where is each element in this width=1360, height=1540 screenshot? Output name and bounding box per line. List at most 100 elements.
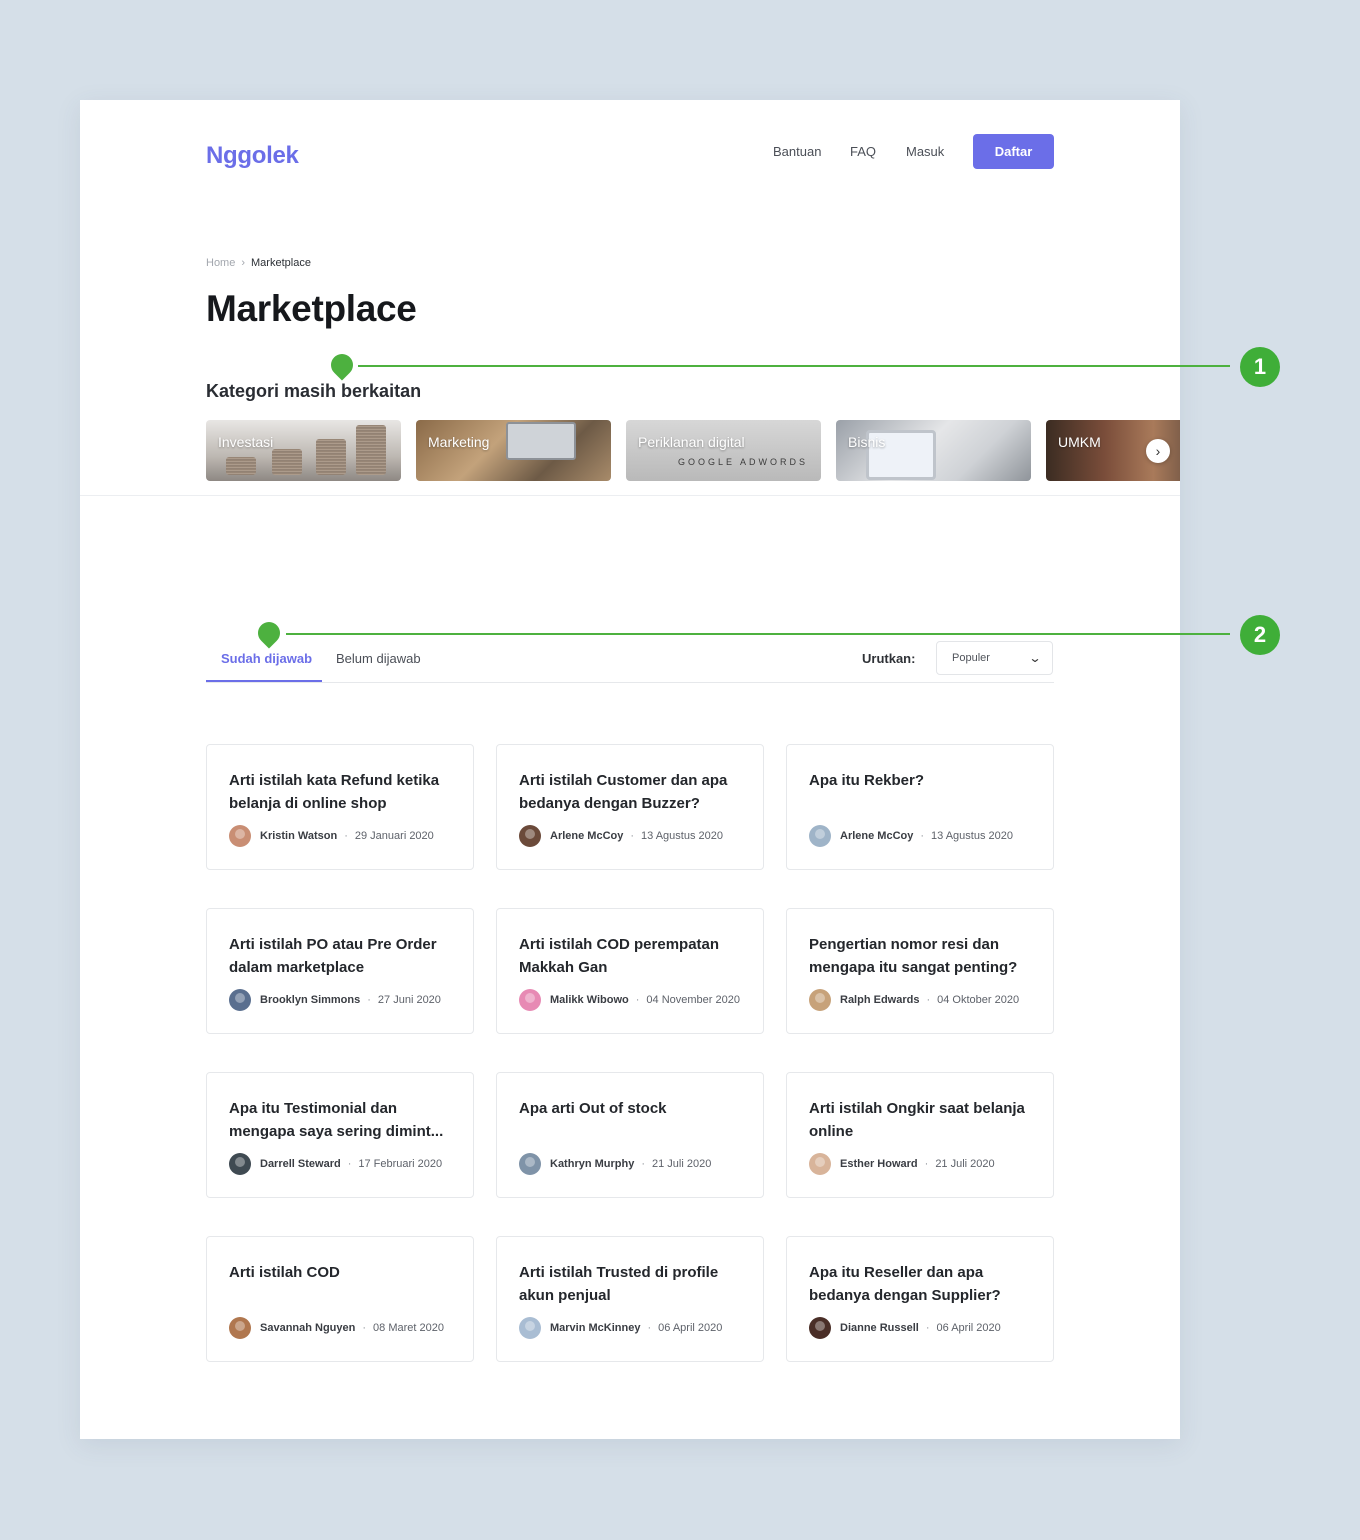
question-title[interactable]: Arti istilah kata Refund ketika belanja … [229,769,451,815]
meta-separator: · [635,994,640,1006]
section-divider [80,495,1180,496]
question-author[interactable]: Arlene McCoy [550,830,623,842]
category-card-investasi[interactable]: Investasi [206,420,401,481]
question-card[interactable]: Arti istilah COD Savannah Nguyen · 08 Maret… [206,1236,474,1362]
tab-belum-dijawab[interactable]: Belum dijawab [336,651,421,666]
question-card[interactable]: Arti istilah Ongkir saat belanja online E… [786,1072,1054,1198]
question-title[interactable]: Pengertian nomor resi dan mengapa itu sa… [809,933,1031,979]
question-card[interactable]: Pengertian nomor resi dan mengapa itu sa… [786,908,1054,1034]
meta-separator: · [362,1322,367,1334]
annotation-marker-2: 2 [1240,615,1280,655]
question-author[interactable]: Ralph Edwards [840,994,919,1006]
question-author[interactable]: Dianne Russell [840,1322,919,1334]
question-date: 21 Juli 2020 [935,1158,995,1170]
avatar [519,989,541,1011]
question-author[interactable]: Brooklyn Simmons [260,994,360,1006]
meta-separator: · [367,994,371,1006]
page-frame: Nggolek Bantuan FAQ Masuk Daftar Home › … [80,100,1180,1439]
meta-separator: · [920,830,925,842]
question-title[interactable]: Arti istilah COD [229,1261,451,1307]
question-title[interactable]: Apa itu Testimonial dan mengapa saya ser… [229,1097,451,1143]
question-card[interactable]: Arti istilah kata Refund ketika belanja … [206,744,474,870]
category-label: Periklanan digital [638,434,745,450]
carousel-next-button[interactable]: › [1146,439,1170,463]
meta-separator: · [926,994,931,1006]
question-date: 06 April 2020 [936,1322,1001,1334]
nav-bantuan[interactable]: Bantuan [773,144,821,159]
question-card[interactable]: Arti istilah Customer dan apa bedanya de… [496,744,764,870]
question-title[interactable]: Apa itu Rekber? [809,769,1031,815]
question-meta: Ralph Edwards · 04 Oktober 2020 [809,989,1019,1011]
question-title[interactable]: Arti istilah Trusted di profile akun pen… [519,1261,741,1307]
question-title[interactable]: Apa itu Reseller dan apa bedanya dengan … [809,1261,1031,1307]
breadcrumb-home[interactable]: Home [206,257,235,269]
question-date: 04 Oktober 2020 [937,994,1020,1006]
question-meta: Arlene McCoy · 13 Agustus 2020 [809,825,1013,847]
avatar [229,1317,251,1339]
category-label: UMKM [1058,434,1101,450]
coin-stack-image [226,457,256,475]
sort-dropdown[interactable]: Populer ⌄ [936,641,1053,675]
question-author[interactable]: Kristin Watson [260,830,337,842]
question-date: 17 Februari 2020 [358,1158,443,1170]
question-author[interactable]: Malikk Wibowo [550,994,629,1006]
question-date: 21 Juli 2020 [652,1158,712,1170]
breadcrumb: Home › Marketplace [206,257,311,269]
question-card[interactable]: Arti istilah Trusted di profile akun pen… [496,1236,764,1362]
category-card-periklanan-digital[interactable]: GOOGLE ADWORDS Periklanan digital [626,420,821,481]
breadcrumb-separator-icon: › [241,257,246,269]
annotation-line [286,633,1230,635]
question-date: 27 Juni 2020 [377,994,441,1006]
chevron-down-icon: ⌄ [1028,651,1042,665]
avatar [809,825,831,847]
question-card[interactable]: Apa itu Reseller dan apa bedanya dengan … [786,1236,1054,1362]
avatar [229,989,251,1011]
question-card[interactable]: Apa itu Rekber? Arlene McCoy · 13 Agustus 2… [786,744,1054,870]
question-title[interactable]: Arti istilah COD perempatan Makkah Gan [519,933,741,979]
question-author[interactable]: Esther Howard [840,1158,918,1170]
question-title[interactable]: Apa arti Out of stock [519,1097,741,1143]
avatar [809,1317,831,1339]
category-card-bisnis[interactable]: Bisnis [836,420,1031,481]
meta-separator: · [924,1158,929,1170]
question-date: 13 Agustus 2020 [931,830,1013,842]
question-author[interactable]: Kathryn Murphy [550,1158,634,1170]
question-card[interactable]: Arti istilah COD perempatan Makkah Gan Ma… [496,908,764,1034]
coin-stack-image [356,425,386,475]
sort-value: Populer [952,652,990,664]
category-card-marketing[interactable]: Marketing [416,420,611,481]
question-title[interactable]: Arti istilah Customer dan apa bedanya de… [519,769,741,815]
category-label: Bisnis [848,434,886,450]
question-card[interactable]: Apa arti Out of stock Kathryn Murphy · 21 J… [496,1072,764,1198]
question-grid: Arti istilah kata Refund ketika belanja … [206,744,1054,1362]
question-date: 29 Januari 2020 [354,830,434,842]
daftar-button[interactable]: Daftar [973,134,1054,169]
question-date: 04 November 2020 [646,994,740,1006]
question-date: 13 Agustus 2020 [641,830,723,842]
question-title[interactable]: Arti istilah PO atau Pre Order dalam mar… [229,933,451,979]
nav-masuk[interactable]: Masuk [906,144,944,159]
question-card[interactable]: Arti istilah PO atau Pre Order dalam mar… [206,908,474,1034]
question-meta: Arlene McCoy · 13 Agustus 2020 [519,825,723,847]
meta-separator: · [347,1158,352,1170]
meta-separator: · [647,1322,652,1334]
question-author[interactable]: Darrell Steward [260,1158,341,1170]
avatar [519,825,541,847]
nav-faq[interactable]: FAQ [850,144,876,159]
logo[interactable]: Nggolek [206,142,299,170]
tab-sudah-dijawab[interactable]: Sudah dijawab [221,651,312,666]
question-meta: Kristin Watson · 29 Januari 2020 [229,825,434,847]
question-author[interactable]: Savannah Nguyen [260,1322,355,1334]
question-author[interactable]: Marvin McKinney [550,1322,640,1334]
category-carousel: Investasi Marketing GOOGLE ADWORDS Perik… [206,420,1180,481]
question-title[interactable]: Arti istilah Ongkir saat belanja online [809,1097,1031,1143]
question-author[interactable]: Arlene McCoy [840,830,913,842]
coin-stack-image [272,449,302,475]
laptop-image [506,422,576,460]
meta-separator: · [925,1322,930,1334]
tabs-divider [206,682,1054,683]
avatar [229,1153,251,1175]
question-date: 06 April 2020 [658,1322,723,1334]
question-card[interactable]: Apa itu Testimonial dan mengapa saya ser… [206,1072,474,1198]
avatar [809,1153,831,1175]
